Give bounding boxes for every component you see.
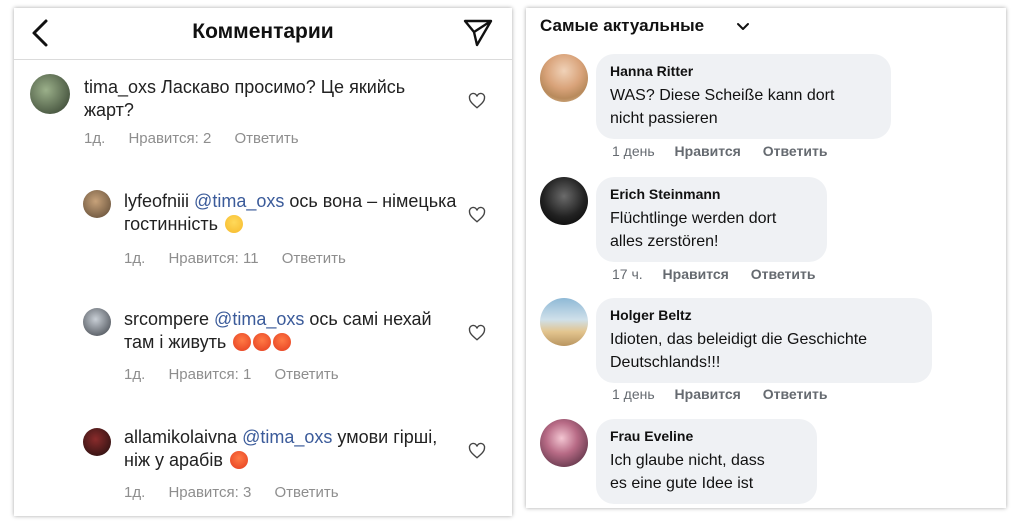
like-button[interactable]: Нравится bbox=[663, 266, 729, 282]
sort-dropdown-label[interactable]: Самые актуальные bbox=[540, 16, 704, 36]
avatar[interactable] bbox=[540, 419, 588, 467]
comment-author[interactable]: Erich Steinmann bbox=[610, 185, 813, 203]
comment-line: alles zerstören! bbox=[610, 233, 719, 250]
comment-line: Deutschlands!!! bbox=[610, 354, 721, 371]
heart-icon[interactable] bbox=[468, 324, 486, 342]
comment-bubble: Frau Eveline Ich glaube nicht, dass es e… bbox=[596, 419, 817, 504]
avatar[interactable] bbox=[30, 74, 70, 114]
like-count[interactable]: Нравится: 1 bbox=[168, 366, 251, 383]
comment-meta: 1 день Нравится Ответить bbox=[612, 386, 845, 402]
comment-item: srcompere @tima_oxs ось самі нехай там і… bbox=[14, 306, 512, 386]
angry-face-icon bbox=[229, 451, 248, 469]
reply-button[interactable]: Ответить bbox=[234, 130, 298, 147]
comment-time: 17 ч. bbox=[612, 266, 643, 282]
heart-icon[interactable] bbox=[468, 442, 486, 460]
comment-meta: 1д. Нравится: 11 Ответить bbox=[124, 250, 365, 267]
comment-bubble: Hanna Ritter WAS? Diese Scheiße kann dor… bbox=[596, 54, 891, 139]
comment-item: tima_oxs Ласкаво просимо? Це якийсь жарт… bbox=[14, 72, 512, 152]
reply-button[interactable]: Ответить bbox=[751, 266, 816, 282]
heart-icon[interactable] bbox=[468, 206, 486, 224]
comment-meta: 17 ч. Нравится Ответить bbox=[612, 266, 833, 282]
comment-meta: 1 день Нравится Ответить bbox=[612, 143, 845, 159]
avatar[interactable] bbox=[83, 190, 111, 218]
comment-item: lyfeofniii @tima_oxs ось вона – німецька… bbox=[14, 188, 512, 268]
avatar[interactable] bbox=[540, 298, 588, 346]
comment-body: Flüchtlinge werden dort alles zerstören! bbox=[610, 207, 813, 253]
comment-time: 1д. bbox=[84, 130, 106, 147]
angry-face-icon bbox=[253, 333, 272, 351]
comment-time: 1д. bbox=[124, 484, 146, 501]
comment-username[interactable]: tima_oxs bbox=[84, 77, 156, 97]
comment-text: allamikolaivna @tima_oxs умови гірші, ні… bbox=[124, 426, 464, 472]
chevron-down-icon[interactable] bbox=[736, 20, 750, 34]
reply-button[interactable]: Ответить bbox=[763, 143, 828, 159]
comment-line: Idioten, das beleidigt die Geschichte bbox=[610, 331, 868, 348]
comment-bubble: Holger Beltz Idioten, das beleidigt die … bbox=[596, 298, 932, 383]
reply-button[interactable]: Ответить bbox=[763, 386, 828, 402]
comment-author[interactable]: Holger Beltz bbox=[610, 306, 918, 324]
crying-face-icon bbox=[225, 215, 243, 233]
mention-link[interactable]: @tima_oxs bbox=[194, 191, 284, 211]
comment-time: 1 день bbox=[612, 143, 655, 159]
comment-author[interactable]: Hanna Ritter bbox=[610, 62, 877, 80]
like-button[interactable]: Нравится bbox=[675, 143, 741, 159]
comment-meta: 1д. Нравится: 1 Ответить bbox=[124, 366, 358, 383]
comment-username[interactable]: allamikolaivna bbox=[124, 427, 237, 447]
page-title: Комментарии bbox=[192, 20, 334, 43]
like-count[interactable]: Нравится: 11 bbox=[168, 250, 258, 267]
angry-face-icon bbox=[273, 333, 292, 351]
comment-username[interactable]: srcompere bbox=[124, 309, 209, 329]
comment-body: Ich glaube nicht, dass es eine gute Idee… bbox=[610, 449, 803, 495]
heart-icon[interactable] bbox=[468, 92, 486, 110]
comment-text: srcompere @tima_oxs ось самі нехай там і… bbox=[124, 308, 464, 354]
like-button[interactable]: Нравится bbox=[675, 386, 741, 402]
mention-link[interactable]: @tima_oxs bbox=[214, 309, 304, 329]
avatar[interactable] bbox=[540, 54, 588, 102]
comments-header: Комментарии bbox=[14, 8, 512, 60]
like-count[interactable]: Нравится: 2 bbox=[128, 130, 211, 147]
reply-button[interactable]: Ответить bbox=[274, 484, 338, 501]
comment-text: lyfeofniii @tima_oxs ось вона – німецька… bbox=[124, 190, 464, 236]
instagram-comments-panel: Комментарии tima_oxs Ласкаво просимо? Це… bbox=[14, 8, 512, 516]
comment-author[interactable]: Frau Eveline bbox=[610, 427, 803, 445]
like-count[interactable]: Нравится: 3 bbox=[168, 484, 251, 501]
comment-item: allamikolaivna @tima_oxs умови гірші, ні… bbox=[14, 424, 512, 514]
facebook-comments-panel: Самые актуальные Hanna Ritter WAS? Diese… bbox=[526, 8, 1006, 508]
avatar[interactable] bbox=[83, 428, 111, 456]
comment-line: WAS? Diese Scheiße kann dort bbox=[610, 87, 835, 104]
reply-button[interactable]: Ответить bbox=[274, 366, 338, 383]
comment-username[interactable]: lyfeofniii bbox=[124, 191, 189, 211]
comment-time: 1д. bbox=[124, 250, 146, 267]
comment-time: 1 день bbox=[612, 386, 655, 402]
avatar[interactable] bbox=[83, 308, 111, 336]
comment-meta: 1д. Нравится: 2 Ответить bbox=[84, 130, 318, 147]
comment-line: es eine gute Idee ist bbox=[610, 475, 754, 492]
comment-line: nicht passieren bbox=[610, 110, 718, 127]
comment-bubble: Erich Steinmann Flüchtlinge werden dort … bbox=[596, 177, 827, 262]
mention-link[interactable]: @tima_oxs bbox=[242, 427, 332, 447]
comment-meta: 1д. Нравится: 3 Ответить bbox=[124, 484, 358, 501]
send-icon[interactable] bbox=[462, 16, 494, 48]
comment-time: 1д. bbox=[124, 366, 146, 383]
comment-body: WAS? Diese Scheiße kann dort nicht passi… bbox=[610, 84, 877, 130]
comment-body: Idioten, das beleidigt die Geschichte De… bbox=[610, 328, 918, 374]
reply-button[interactable]: Ответить bbox=[282, 250, 346, 267]
comment-line: Ich glaube nicht, dass bbox=[610, 452, 765, 469]
angry-face-icon bbox=[233, 333, 252, 351]
comment-text: tima_oxs Ласкаво просимо? Це якийсь жарт… bbox=[84, 76, 434, 122]
comment-line: Flüchtlinge werden dort bbox=[610, 210, 777, 227]
avatar[interactable] bbox=[540, 177, 588, 225]
